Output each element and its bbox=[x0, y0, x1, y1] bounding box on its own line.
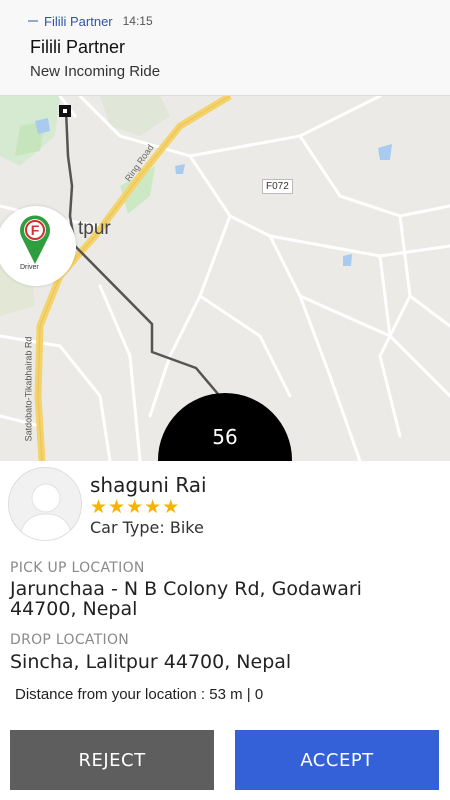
notification-text: New Incoming Ride bbox=[30, 63, 161, 80]
person-icon bbox=[18, 483, 74, 540]
incoming-ride-notification[interactable]: Filili Partner 14:15 Filili Partner New … bbox=[0, 0, 450, 96]
notification-app-name: Filili Partner bbox=[44, 13, 113, 29]
star-icon: ★ bbox=[108, 496, 126, 518]
accept-button[interactable]: ACCEPT bbox=[235, 730, 439, 790]
driver-pin-icon: F bbox=[20, 215, 50, 264]
notification-title: Filili Partner bbox=[30, 37, 126, 57]
drop-location-value: Sincha, Lalitpur 44700, Nepal bbox=[10, 651, 292, 673]
rider-avatar bbox=[8, 467, 82, 541]
distance-info: Distance from your location : 53 m | 0 bbox=[15, 686, 264, 703]
pickup-location-value: Jarunchaa - N B Colony Rd, Godawari 4470… bbox=[10, 578, 362, 620]
driver-marker[interactable]: F Driver bbox=[0, 206, 76, 286]
car-type: Car Type: Bike bbox=[90, 518, 204, 537]
star-icon: ★ bbox=[90, 496, 108, 518]
driver-label: Driver bbox=[20, 264, 39, 271]
side-road-label: Satdobato-Tikabhairab Rd bbox=[23, 336, 34, 442]
drop-location-label: DROP LOCATION bbox=[10, 632, 130, 648]
pickup-origin-marker bbox=[59, 105, 71, 117]
star-icon: ★ bbox=[126, 496, 144, 518]
star-icon: ★ bbox=[144, 496, 162, 518]
notification-time: 14:15 bbox=[122, 14, 153, 28]
city-label: tpur bbox=[78, 218, 111, 239]
route-badge: F072 bbox=[262, 179, 293, 194]
app-icon bbox=[28, 20, 38, 22]
countdown-value: 56 bbox=[212, 425, 238, 449]
rider-rating: ★ ★ ★ ★ ★ bbox=[90, 497, 180, 517]
pickup-location-label: PICK UP LOCATION bbox=[10, 560, 145, 576]
driver-logo-letter: F bbox=[31, 222, 40, 238]
reject-button[interactable]: REJECT bbox=[10, 730, 214, 790]
notification-header: Filili Partner 14:15 bbox=[28, 12, 153, 30]
route-map[interactable]: F072 tpur Ring Road Satdobato-Tikabhaira… bbox=[0, 96, 450, 461]
rider-name: shaguni Rai bbox=[90, 473, 207, 497]
star-icon: ★ bbox=[162, 496, 180, 518]
